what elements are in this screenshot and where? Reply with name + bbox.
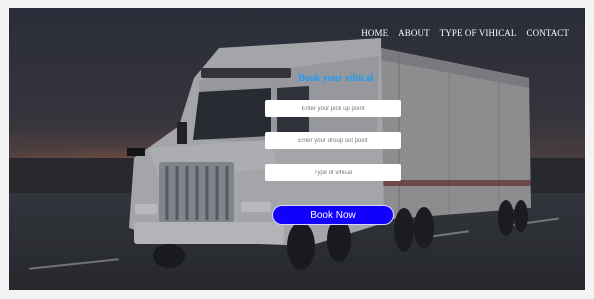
pickup-point-input[interactable] — [265, 100, 401, 117]
hero-section: HOME ABOUT TYPE OF VIHICAL CONTACT — [9, 8, 585, 290]
nav-about-link[interactable]: ABOUT — [398, 28, 430, 38]
page-frame: HOME ABOUT TYPE OF VIHICAL CONTACT Book … — [0, 0, 594, 299]
truck-image — [9, 8, 585, 290]
booking-title: Book your vihical — [298, 73, 374, 84]
book-now-button[interactable]: Book Now — [272, 205, 394, 225]
main-nav: HOME ABOUT TYPE OF VIHICAL CONTACT — [361, 28, 569, 38]
nav-vehicle-type-link[interactable]: TYPE OF VIHICAL — [440, 28, 517, 38]
nav-contact-link[interactable]: CONTACT — [527, 28, 569, 38]
vehicle-type-input[interactable] — [265, 164, 401, 181]
nav-home-link[interactable]: HOME — [361, 28, 388, 38]
dropout-point-input[interactable] — [265, 132, 401, 149]
